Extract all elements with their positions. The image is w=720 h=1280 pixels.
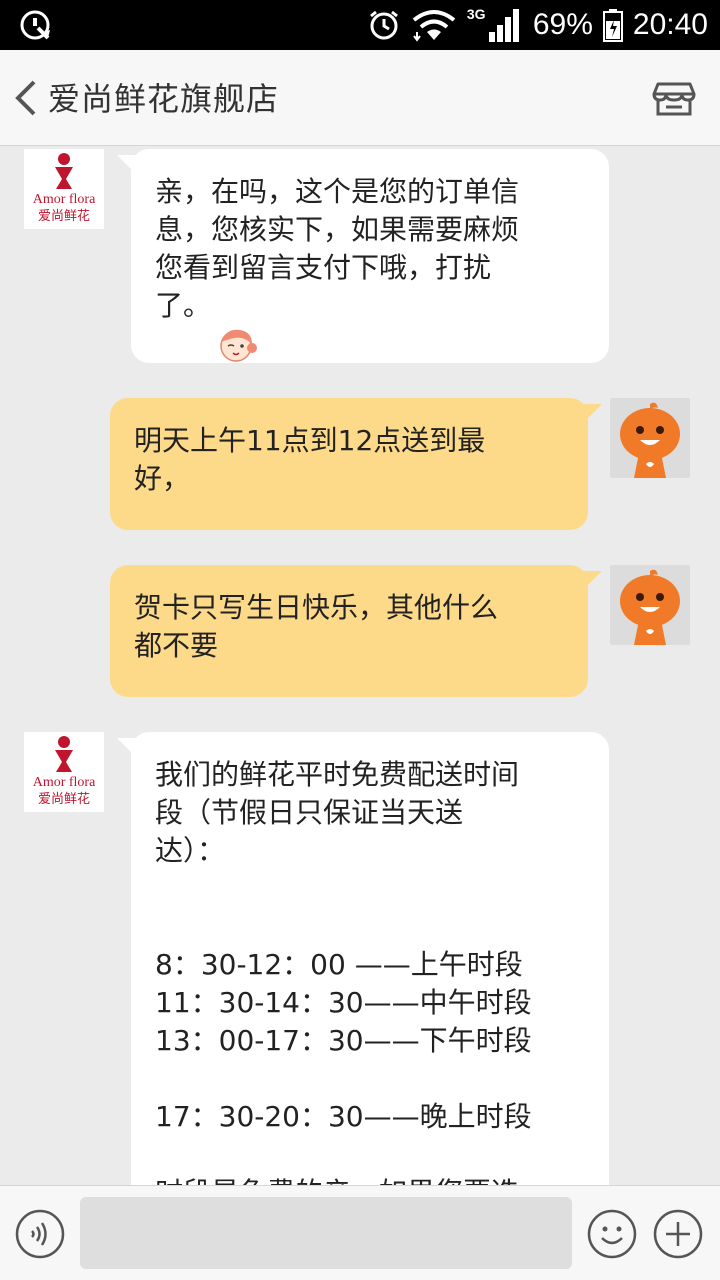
message-list[interactable]: Amor flora 爱尚鲜花 亲，在吗，这个是您的订单信 息，您核实下，如果需… — [0, 147, 720, 1185]
user-avatar[interactable] — [610, 398, 690, 478]
outgoing-message-bubble[interactable]: 贺卡只写生日快乐，其他什么 都不要 — [110, 565, 602, 697]
signal-icon: 3G — [467, 6, 523, 42]
user-avatar[interactable] — [610, 565, 690, 645]
message-input[interactable] — [80, 1197, 572, 1269]
back-arrow-icon[interactable] — [8, 76, 48, 120]
message-text — [155, 1136, 585, 1174]
message-text: 段（节假日只保证当天送 — [155, 796, 464, 829]
plus-icon[interactable] — [652, 1208, 704, 1260]
shop-icon[interactable] — [652, 76, 696, 120]
shop-avatar[interactable]: Amor flora 爱尚鲜花 — [24, 732, 104, 812]
message-text — [155, 908, 585, 946]
status-bar: 3G 69% 20:40 — [0, 0, 720, 50]
incoming-message-bubble[interactable]: 亲，在吗，这个是您的订单信 息，您核实下，如果需要麻烦 您看到留言支付下哦，打扰… — [117, 149, 609, 363]
message-text: 11：30-14：30——中午时段 — [155, 986, 532, 1019]
voice-input-icon[interactable] — [14, 1208, 66, 1260]
amor-flora-logo: Amor flora 爱尚鲜花 — [24, 149, 104, 229]
orange-mascot-icon — [620, 569, 680, 645]
wifi-icon — [412, 10, 456, 42]
message-text: 贺卡只写生日快乐，其他什么 — [134, 591, 499, 624]
svg-text:Amor flora: Amor flora — [33, 192, 96, 207]
amor-flora-logo: Amor flora 爱尚鲜花 — [24, 732, 104, 812]
input-bar — [0, 1185, 720, 1280]
message-text: 17：30-20：30——晚上时段 — [155, 1100, 532, 1133]
message-text: 亲，在吗，这个是您的订单信 — [155, 175, 520, 208]
incoming-message-bubble[interactable]: 我们的鲜花平时免费配送时间 段（节假日只保证当天送 达）： 8：30-12：00… — [117, 732, 609, 1185]
battery-icon — [602, 9, 623, 42]
message-text — [155, 1060, 585, 1098]
message-text: 我们的鲜花平时免费配送时间 — [155, 758, 520, 791]
message-text: 8：30-12：00 ——上午时段 — [155, 948, 523, 981]
svg-text:Amor flora: Amor flora — [33, 775, 96, 790]
message-text: 好， — [134, 462, 191, 495]
message-text: 您看到留言支付下哦，打扰 — [155, 251, 492, 284]
cartoon-girl-emoji-icon — [220, 329, 258, 362]
message-text: 明天上午11点到12点送到最 — [134, 424, 486, 457]
battery-percent: 69% — [532, 8, 593, 41]
message-text: 了。 — [155, 289, 212, 322]
alarm-icon — [369, 10, 398, 40]
message-text: 达）： — [155, 834, 226, 867]
message-text: 息，您核实下，如果需要麻烦 — [155, 213, 520, 246]
clock: 20:40 — [632, 8, 708, 41]
shop-avatar[interactable]: Amor flora 爱尚鲜花 — [24, 149, 104, 229]
cleaner-icon — [20, 10, 50, 40]
message-text: 都不要 — [134, 629, 219, 662]
orange-mascot-icon — [620, 402, 680, 478]
message-text — [155, 870, 585, 908]
svg-text:爱尚鲜花: 爱尚鲜花 — [38, 208, 90, 224]
message-text: 时段是免费的亲，如果您要选 — [155, 1174, 585, 1185]
chat-header: 爱尚鲜花旗舰店 — [0, 50, 720, 146]
outgoing-message-bubble[interactable]: 明天上午11点到12点送到最 好， — [110, 398, 602, 530]
svg-text:爱尚鲜花: 爱尚鲜花 — [38, 791, 90, 807]
message-text: 13：00-17：30——下午时段 — [155, 1024, 532, 1057]
chat-title: 爱尚鲜花旗舰店 — [48, 80, 280, 118]
emoji-icon[interactable] — [586, 1208, 638, 1260]
